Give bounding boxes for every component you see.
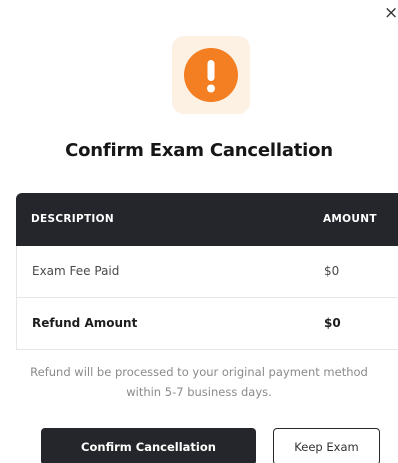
row-amount: $0 — [324, 264, 340, 278]
dialog-title: Confirm Exam Cancellation — [65, 140, 333, 161]
refund-note-line-2: within 5-7 business days. — [126, 385, 272, 399]
refund-note: Refund will be processed to your origina… — [0, 362, 398, 402]
row-description: Refund Amount — [32, 316, 138, 330]
confirm-cancellation-button[interactable]: Confirm Cancellation — [41, 428, 256, 463]
cancellation-dialog: × Confirm Exam Cancellation DESCRIPTION … — [0, 0, 398, 463]
table-row-refund-amount: Refund Amount $0 — [16, 298, 398, 350]
warning-icon-tile — [172, 36, 250, 114]
exclamation-warning-icon — [184, 48, 238, 102]
table-row-exam-fee: Exam Fee Paid $0 — [16, 246, 398, 298]
column-header-description: DESCRIPTION — [31, 213, 114, 225]
row-amount: $0 — [324, 316, 341, 330]
column-header-amount: AMOUNT — [323, 213, 377, 225]
table-header: DESCRIPTION AMOUNT — [16, 193, 398, 246]
refund-note-line-1: Refund will be processed to your origina… — [30, 365, 368, 379]
keep-exam-button[interactable]: Keep Exam — [273, 428, 380, 463]
refund-table: DESCRIPTION AMOUNT Exam Fee Paid $0 Refu… — [16, 193, 398, 350]
close-icon[interactable]: × — [384, 4, 398, 22]
row-description: Exam Fee Paid — [32, 264, 120, 278]
